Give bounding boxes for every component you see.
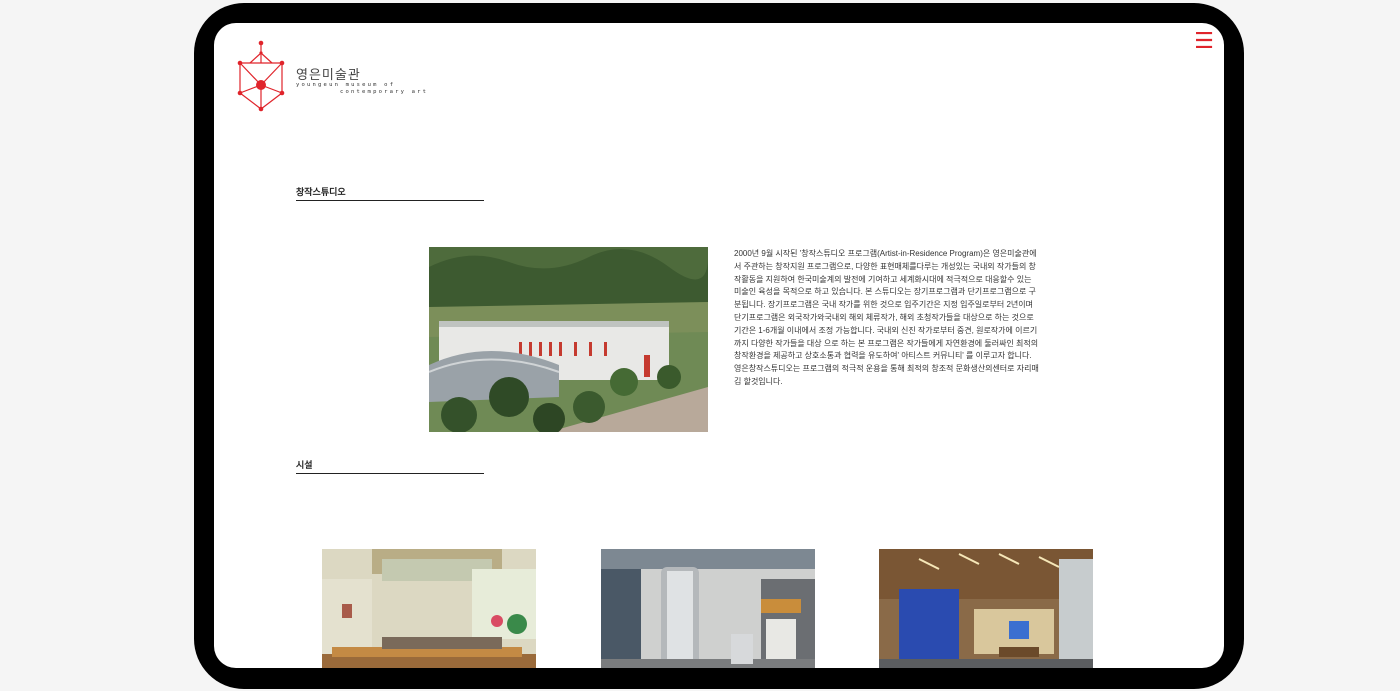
facility-photo-workshop [601,549,815,668]
logo-name-kr: 영은미술관 [296,68,361,83]
museum-logo[interactable]: 영은미술관 youngeun museum of contemporary ar… [236,39,426,115]
section-title-facilities: 시설 [296,458,484,474]
section-title-studio: 창작스튜디오 [296,185,484,201]
facility-photo-studio-room [322,549,536,668]
screen: 영은미술관 youngeun museum of contemporary ar… [214,23,1224,668]
logo-name-en-line2: contemporary art [340,89,429,95]
hamburger-menu-icon[interactable]: ☰ [1194,31,1214,53]
logo-mark-icon [237,40,285,112]
logo-name-en-line1: youngeun museum of [296,82,396,88]
facility-photo-exhibition-hall [879,549,1093,668]
studio-building-photo [429,247,708,432]
studio-description: 2000년 9월 시작된 '창작스튜디오 프로그램(Artist-in-Resi… [734,249,1039,386]
